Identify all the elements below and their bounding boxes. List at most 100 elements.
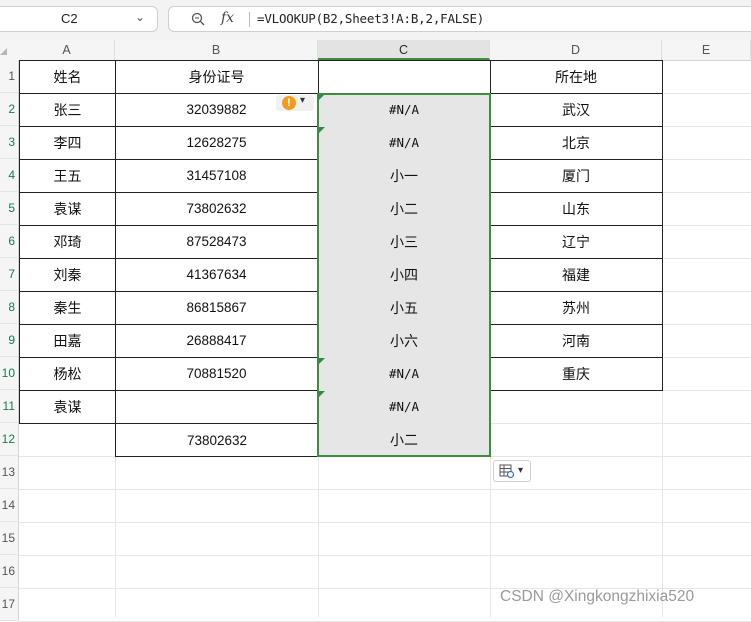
row-header-17[interactable]: 17 xyxy=(0,588,19,621)
cell-value: 邓琦 xyxy=(53,234,82,251)
cell-c4[interactable]: 小一 xyxy=(318,159,491,193)
cell-a4[interactable]: 王五 xyxy=(19,159,116,193)
cell-b8[interactable]: 86815867 xyxy=(115,291,319,325)
row-number: 17 xyxy=(1,597,15,611)
formula-input-area[interactable]: fx =VLOOKUP(B2,Sheet3!A:B,2,FALSE) xyxy=(168,6,751,32)
cell-value: 重庆 xyxy=(562,366,590,383)
cell-value: 87528473 xyxy=(186,234,247,249)
cell-c1[interactable] xyxy=(318,60,491,94)
cell-b12[interactable]: 73802632 xyxy=(115,423,319,457)
cell-d1[interactable]: 所在地 xyxy=(490,60,663,94)
cell-a11[interactable]: 袁谋 xyxy=(19,390,116,424)
cell-value: 小三 xyxy=(390,234,418,251)
fx-icon[interactable]: fx xyxy=(221,10,234,26)
row-number: 15 xyxy=(1,531,15,545)
cell-c10[interactable]: #N/A xyxy=(318,357,491,391)
cell-d11[interactable] xyxy=(490,390,663,424)
row-header-15[interactable]: 15 xyxy=(0,522,19,555)
cell-c8[interactable]: 小五 xyxy=(318,291,491,325)
row-header-4[interactable]: 4 xyxy=(0,159,19,192)
cell-b4[interactable]: 31457108 xyxy=(115,159,319,193)
cell-b1[interactable]: 身份证号 xyxy=(115,60,319,94)
cell-c11[interactable]: #N/A xyxy=(318,390,491,424)
cell-c9[interactable]: 小六 xyxy=(318,324,491,358)
cell-d10[interactable]: 重庆 xyxy=(490,357,663,391)
column-header-c[interactable]: C xyxy=(318,40,490,60)
column-header-row: A B C D E xyxy=(19,40,751,61)
cell-d7[interactable]: 福建 xyxy=(490,258,663,292)
cell-b11[interactable] xyxy=(115,390,319,424)
row-header-7[interactable]: 7 xyxy=(0,258,19,291)
cell-d5[interactable]: 山东 xyxy=(490,192,663,226)
row-header-16[interactable]: 16 xyxy=(0,555,19,588)
cell-value: 苏州 xyxy=(562,300,590,317)
cell-value: 姓名 xyxy=(53,70,82,86)
cell-a7[interactable]: 刘秦 xyxy=(19,258,116,292)
cell-a6[interactable]: 邓琦 xyxy=(19,225,116,259)
row-header-3[interactable]: 3 xyxy=(0,126,19,159)
row-header-11[interactable]: 11 xyxy=(0,390,19,423)
row-header-10[interactable]: 10 xyxy=(0,357,19,390)
cell-d8[interactable]: 苏州 xyxy=(490,291,663,325)
cell-b9[interactable]: 26888417 xyxy=(115,324,319,358)
cell-c7[interactable]: 小四 xyxy=(318,258,491,292)
row-number: 4 xyxy=(8,168,15,182)
cell-a5[interactable]: 袁谋 xyxy=(19,192,116,226)
row-header-9[interactable]: 9 xyxy=(0,324,19,357)
cell-c3[interactable]: #N/A xyxy=(318,126,491,160)
cell-d9[interactable]: 河南 xyxy=(490,324,663,358)
column-header-b[interactable]: B xyxy=(115,40,318,60)
cell-a2[interactable]: 张三 xyxy=(19,93,116,127)
name-box[interactable]: C2 ⌄ xyxy=(0,6,158,32)
chevron-down-icon[interactable]: ⌄ xyxy=(135,10,145,24)
paste-options-button[interactable]: ▾ xyxy=(493,460,531,482)
row-header-8[interactable]: 8 xyxy=(0,291,19,324)
cell-a1[interactable]: 姓名 xyxy=(19,60,116,94)
row-header-2[interactable]: 2 xyxy=(0,93,19,126)
row-header-5[interactable]: 5 xyxy=(0,192,19,225)
cell-b7[interactable]: 41367634 xyxy=(115,258,319,292)
cell-d12[interactable] xyxy=(490,423,663,457)
cell-value: 武汉 xyxy=(562,102,590,119)
cell-d2[interactable]: 武汉 xyxy=(490,93,663,127)
row-header-13[interactable]: 13 xyxy=(0,456,19,489)
cell-a8[interactable]: 秦生 xyxy=(19,291,116,325)
column-header-e[interactable]: E xyxy=(662,40,751,60)
error-indicator-icon xyxy=(319,391,325,397)
column-header-d[interactable]: D xyxy=(490,40,662,60)
cell-b10[interactable]: 70881520 xyxy=(115,357,319,391)
row-header-1[interactable]: 1 xyxy=(0,60,19,93)
zoom-icon[interactable] xyxy=(191,12,205,26)
cell-d4[interactable]: 厦门 xyxy=(490,159,663,193)
cell-a3[interactable]: 李四 xyxy=(19,126,116,160)
chevron-down-icon: ▾ xyxy=(300,95,306,106)
row-number: 5 xyxy=(8,201,15,215)
select-all-corner[interactable] xyxy=(0,40,20,60)
cell-value: 秦生 xyxy=(53,300,82,317)
cell-c5[interactable]: 小二 xyxy=(318,192,491,226)
cell-b5[interactable]: 73802632 xyxy=(115,192,319,226)
exclamation-icon: ! xyxy=(282,96,296,110)
cell-b6[interactable]: 87528473 xyxy=(115,225,319,259)
cell-a12[interactable] xyxy=(19,423,116,457)
cell-d3[interactable]: 北京 xyxy=(490,126,663,160)
formula-text[interactable]: =VLOOKUP(B2,Sheet3!A:B,2,FALSE) xyxy=(257,11,484,26)
cell-value: 李四 xyxy=(53,135,82,152)
column-header-a[interactable]: A xyxy=(19,40,115,60)
row-number: 6 xyxy=(8,234,15,248)
error-warning-button[interactable]: ! ▾ xyxy=(276,95,314,111)
cell-a10[interactable]: 杨松 xyxy=(19,357,116,391)
cell-c6[interactable]: 小三 xyxy=(318,225,491,259)
row-header-12[interactable]: 12 xyxy=(0,423,19,456)
cell-a9[interactable]: 田嘉 xyxy=(19,324,116,358)
cell-value: #N/A xyxy=(388,135,420,150)
cell-c12[interactable]: 小二 xyxy=(318,423,491,457)
row-header-14[interactable]: 14 xyxy=(0,489,19,522)
cell-b3[interactable]: 12628275 xyxy=(115,126,319,160)
cell-c2[interactable]: #N/A xyxy=(318,93,491,127)
cell-d6[interactable]: 辽宁 xyxy=(490,225,663,259)
row-header-6[interactable]: 6 xyxy=(0,225,19,258)
cell-value: 王五 xyxy=(53,168,82,185)
cell-value: 田嘉 xyxy=(53,333,82,350)
row-number: 12 xyxy=(1,432,15,446)
